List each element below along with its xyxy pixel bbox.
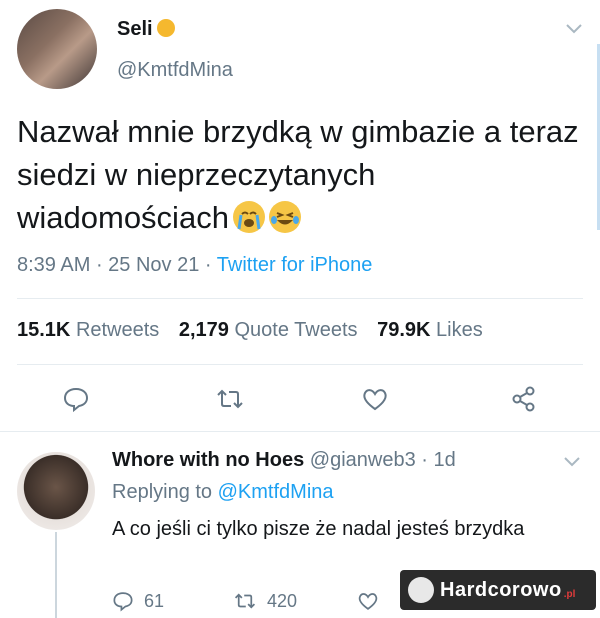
reply-retweet-button[interactable]: 420 — [233, 590, 297, 612]
reply-separator: · — [421, 449, 428, 471]
retweet-icon — [234, 593, 256, 609]
divider — [17, 364, 583, 365]
replying-mention-link[interactable]: @KmtfdMina — [218, 481, 334, 503]
main-tweet: Seli @KmtfdMina Nazwał mnie brzydką w gi… — [0, 0, 600, 432]
meta-separator: · — [204, 254, 217, 276]
reply-like-button[interactable] — [356, 590, 390, 612]
retweet-count: 420 — [267, 590, 298, 611]
replying-to: Replying to @KmtfdMina — [112, 481, 334, 504]
tweet-stats: 15.1K Retweets 2,179 Quote Tweets 79.9K … — [17, 319, 483, 342]
divider — [17, 298, 583, 299]
retweet-icon[interactable] — [216, 385, 244, 413]
laughing-emoji — [268, 201, 301, 233]
crying-emoji — [232, 201, 265, 233]
tweet-meta: 8:39 AM · 25 Nov 21 · Twitter for iPhone — [17, 254, 372, 277]
reply-age: 1d — [433, 449, 456, 471]
reply-tweet[interactable]: Whore with no Hoes @gianweb3 · 1d Replyi… — [0, 433, 600, 618]
reply-author-handle[interactable]: @gianweb3 — [310, 449, 416, 471]
author-name[interactable]: Seli — [117, 18, 175, 41]
share-icon[interactable] — [510, 385, 538, 413]
reply-avatar[interactable] — [17, 452, 95, 530]
author-handle[interactable]: @KmtfdMina — [117, 59, 233, 82]
tweet-time[interactable]: 8:39 AM — [17, 254, 90, 276]
reply-count: 61 — [144, 590, 165, 611]
reply-icon — [113, 592, 133, 612]
reply-author-name[interactable]: Whore with no Hoes — [112, 449, 304, 471]
tweet-text: Nazwał mnie brzydką w gimbazie a teraz s… — [17, 110, 587, 239]
tweet-date[interactable]: 25 Nov 21 — [108, 254, 199, 276]
divider — [0, 431, 600, 432]
chevron-down-icon[interactable] — [566, 24, 582, 34]
quote-tweets-stat[interactable]: 2,179 Quote Tweets — [179, 319, 358, 341]
reply-icon[interactable] — [62, 385, 90, 413]
likes-stat[interactable]: 79.9K Likes — [377, 319, 483, 341]
retweets-stat[interactable]: 15.1K Retweets — [17, 319, 159, 341]
reply-reply-button[interactable]: 61 — [112, 590, 164, 612]
reply-text: A co jeśli ci tylko pisze że nadal jeste… — [112, 518, 525, 540]
author-name-text: Seli — [117, 18, 153, 40]
honey-pot-emoji — [156, 19, 175, 37]
watermark-text: Hardcorowo — [440, 578, 562, 601]
thread-line — [55, 532, 57, 618]
chevron-down-icon[interactable] — [564, 457, 580, 467]
skull-icon — [408, 577, 434, 603]
watermark-suffix: .pl — [563, 588, 576, 600]
heart-icon[interactable] — [361, 385, 389, 413]
heart-icon — [358, 593, 378, 610]
site-watermark: Hardcorowo .pl — [400, 570, 596, 610]
replying-label: Replying to — [112, 481, 213, 503]
tweet-source-link[interactable]: Twitter for iPhone — [217, 254, 373, 276]
reply-header: Whore with no Hoes @gianweb3 · 1d — [112, 449, 456, 472]
meta-separator: · — [95, 254, 109, 276]
author-avatar[interactable] — [17, 9, 97, 89]
